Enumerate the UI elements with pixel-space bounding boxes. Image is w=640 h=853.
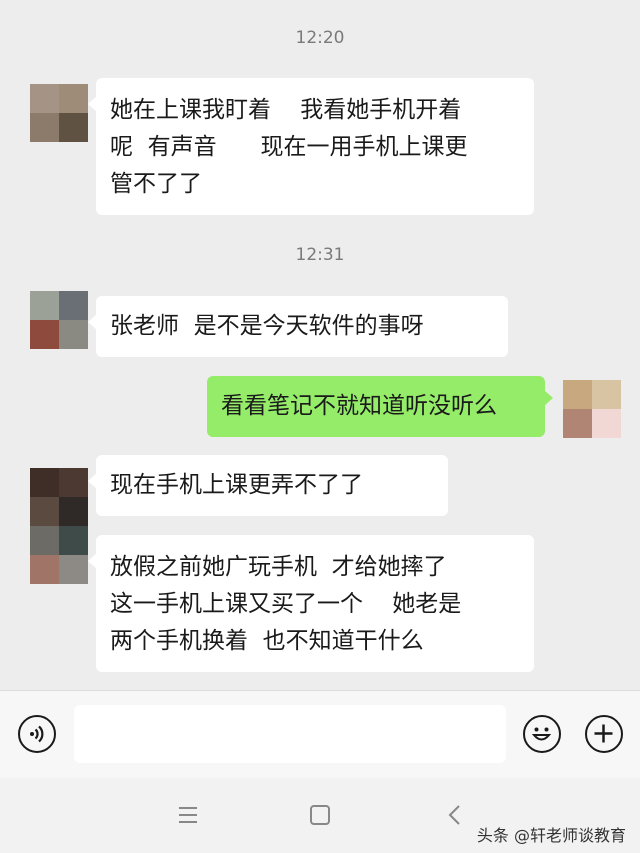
home-square-icon[interactable]	[307, 802, 333, 828]
system-nav-bar: 头条 @轩老师谈教育	[0, 778, 640, 853]
chat-screen: 12:20 她在上课我盯着 我看她手机开着 呢 有声音 现在一用手机上课更 管不…	[0, 0, 640, 853]
message-bubble[interactable]: 她在上课我盯着 我看她手机开着 呢 有声音 现在一用手机上课更 管不了了	[88, 78, 534, 215]
back-chevron-icon[interactable]	[442, 802, 468, 828]
input-bar	[0, 690, 640, 778]
message-bubble[interactable]: 现在手机上课更弄不了了	[88, 455, 448, 516]
avatar[interactable]	[30, 291, 88, 349]
voice-icon[interactable]	[18, 715, 56, 753]
timestamp: 12:31	[295, 245, 345, 265]
avatar-self[interactable]	[563, 380, 621, 438]
timestamp: 12:20	[295, 28, 345, 48]
avatar[interactable]	[30, 468, 88, 584]
message-bubble-self[interactable]: 看看笔记不就知道听没听么	[207, 376, 553, 437]
message-input[interactable]	[74, 705, 506, 763]
watermark: 头条 @轩老师谈教育	[476, 826, 626, 845]
avatar[interactable]	[30, 84, 88, 142]
message-bubble[interactable]: 张老师 是不是今天软件的事呀	[88, 296, 508, 357]
message-bubble[interactable]: 放假之前她广玩手机 才给她摔了 这一手机上课又买了一个 她老是 两个手机换着 也…	[88, 535, 534, 672]
menu-icon[interactable]	[175, 802, 201, 828]
plus-icon[interactable]	[585, 715, 623, 753]
emoji-icon[interactable]	[523, 715, 561, 753]
